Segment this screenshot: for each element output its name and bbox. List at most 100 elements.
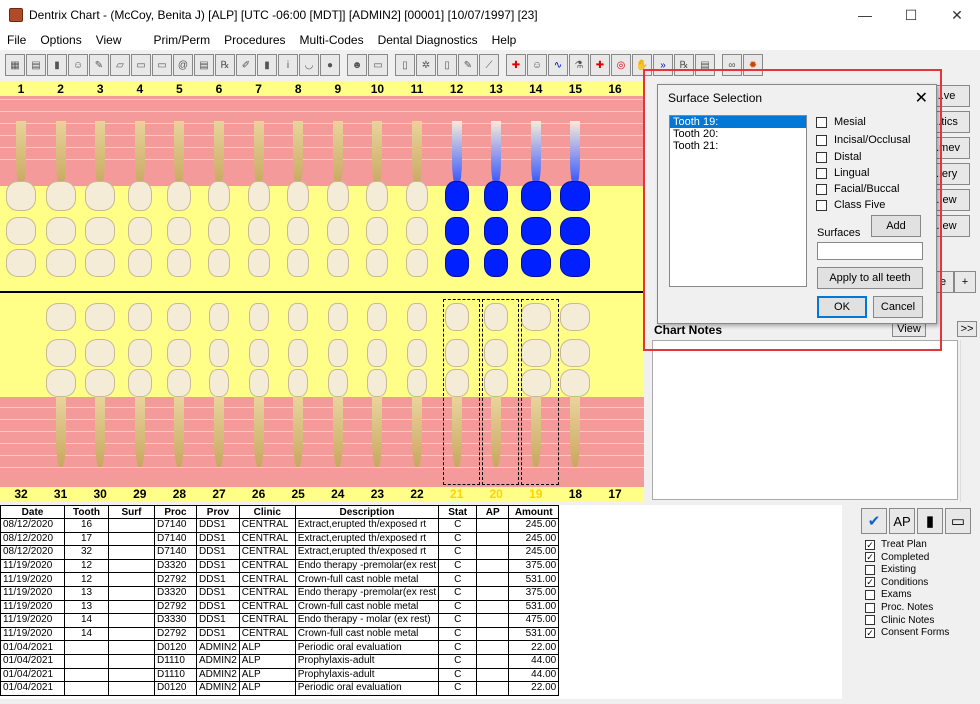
upper-tooth-number[interactable]: 12	[447, 82, 467, 96]
table-row[interactable]: 08/12/2020 16 D7140 DDS1 CENTRAL Extract,erup…	[0, 518, 560, 533]
menu-file[interactable]: File	[0, 33, 33, 47]
filter-checkbox[interactable]	[865, 564, 875, 575]
tooth-crown[interactable]	[560, 217, 591, 245]
tooth-crown[interactable]	[407, 303, 427, 331]
filter-row[interactable]: ✓ Consent Forms	[865, 627, 949, 638]
tooth-crown[interactable]	[85, 369, 116, 397]
upper-tooth-number[interactable]: 15	[565, 82, 585, 96]
chart-notes-textarea[interactable]	[652, 340, 958, 500]
tooth-crown[interactable]	[484, 249, 509, 277]
upper-tooth-number[interactable]: 13	[486, 82, 506, 96]
card-icon[interactable]: ▭	[152, 54, 172, 76]
tooth-crown[interactable]	[288, 303, 309, 331]
upper-tooth-number[interactable]: 9	[328, 82, 348, 96]
upper-tooth-number[interactable]: 10	[367, 82, 387, 96]
tooth-crown[interactable]	[288, 369, 309, 397]
panel-plus-button[interactable]: +	[954, 271, 976, 293]
table-row[interactable]: 01/04/2021 D0120 ADMIN2 ALP Periodic oral ev…	[0, 640, 560, 655]
filter-checkbox[interactable]: ✓	[865, 552, 875, 563]
lower-tooth-number[interactable]: 31	[51, 487, 71, 501]
tooth-crown[interactable]	[560, 249, 591, 277]
tooth-crown[interactable]	[406, 217, 428, 245]
probe-icon[interactable]: ⟋	[479, 54, 499, 76]
table-row[interactable]: 11/19/2020 14 D3330 DDS1 CENTRAL Endo therapy…	[0, 613, 560, 628]
upper-tooth-number[interactable]: 8	[288, 82, 308, 96]
upper-tooth-number[interactable]: 7	[249, 82, 269, 96]
column-header[interactable]: Amount	[508, 505, 560, 519]
tooth-crown[interactable]	[407, 369, 427, 397]
table-row[interactable]: 11/19/2020 13 D3320 DDS1 CENTRAL Endo therapy…	[0, 585, 560, 601]
perio-chart-icon[interactable]: ∿	[548, 54, 568, 76]
tooth-crown[interactable]	[444, 249, 469, 277]
tooth-crown[interactable]	[248, 303, 269, 331]
lower-tooth-number[interactable]: 27	[209, 487, 229, 501]
tooth-crown[interactable]	[45, 217, 76, 245]
email-icon[interactable]: @	[173, 54, 193, 76]
tooth-crown[interactable]	[560, 181, 591, 211]
upper-tooth-number[interactable]: 14	[526, 82, 546, 96]
tooth-crown[interactable]	[45, 181, 76, 211]
table-row[interactable]: 11/19/2020 12 D2792 DDS1 CENTRAL Crown-full c…	[0, 572, 560, 587]
tooth-crown[interactable]	[6, 249, 36, 277]
filter-checkbox[interactable]	[865, 615, 875, 626]
book-icon[interactable]: ▮	[47, 54, 67, 76]
eraser-icon[interactable]: ▱	[110, 54, 130, 76]
tooth-crown[interactable]	[127, 369, 152, 397]
table-row[interactable]: 08/12/2020 17 D7140 DDS1 CENTRAL Extract,erup…	[0, 531, 560, 547]
tooth-crown[interactable]	[288, 339, 309, 367]
tooth-crown[interactable]	[247, 181, 270, 211]
lower-tooth-number[interactable]: 24	[328, 487, 348, 501]
tooth-crown[interactable]	[6, 181, 36, 211]
tooth-crown[interactable]	[6, 217, 36, 245]
tooth-crown[interactable]	[326, 217, 349, 245]
lower-tooth-number[interactable]: 25	[288, 487, 308, 501]
filter-row[interactable]: Clinic Notes	[865, 615, 934, 626]
tooth-crown[interactable]	[127, 303, 152, 331]
column-header[interactable]: Proc	[154, 505, 197, 519]
tooth-crown[interactable]	[167, 249, 192, 277]
tooth-crown[interactable]	[560, 339, 591, 367]
dental-chart[interactable]: 1 2 3 4 5 6 7 8 9 10 11 12 13 14 15 16 32 31 30 29 28 27 26 25 2…	[0, 81, 644, 502]
tooth-crown[interactable]	[247, 249, 270, 277]
filter-checkbox[interactable]	[865, 589, 875, 600]
tooth-crown[interactable]	[520, 249, 551, 277]
filter-row[interactable]: ✓ Conditions	[865, 577, 928, 588]
tooth-crown[interactable]	[327, 339, 348, 367]
lower-tooth-number[interactable]: 23	[367, 487, 387, 501]
ap-button[interactable]: AP	[889, 508, 915, 534]
tooth-crown[interactable]	[85, 303, 116, 331]
rx-icon[interactable]: ℞	[215, 54, 235, 76]
upper-tooth-number[interactable]: 5	[169, 82, 189, 96]
tooth-crown[interactable]	[45, 303, 76, 331]
tooth-crown[interactable]	[520, 181, 551, 211]
tooth-crown[interactable]	[85, 249, 116, 277]
upper-tooth-number[interactable]: 16	[605, 82, 625, 96]
column-header[interactable]: AP	[476, 505, 510, 519]
filter-checkbox[interactable]: ✓	[865, 539, 875, 550]
medical-alert-icon[interactable]: ✚	[506, 54, 526, 76]
tooth-crown[interactable]	[248, 369, 269, 397]
lower-tooth-number[interactable]: 20	[486, 487, 506, 501]
menu-dental-diagnostics[interactable]: Dental Diagnostics	[371, 33, 485, 47]
menu-multi-codes[interactable]: Multi-Codes	[293, 33, 371, 47]
upper-tooth-number[interactable]: 4	[130, 82, 150, 96]
filter-row[interactable]: Exams	[865, 589, 912, 600]
tooth-crown[interactable]	[85, 217, 116, 245]
lower-tooth-number[interactable]: 17	[605, 487, 625, 501]
tooth-crown[interactable]	[208, 249, 230, 277]
tooth-crown[interactable]	[85, 339, 116, 367]
note-icon[interactable]: ▭	[131, 54, 151, 76]
tooth-crown[interactable]	[367, 303, 388, 331]
column-header[interactable]: Clinic	[238, 505, 296, 519]
tooth-crown[interactable]	[484, 181, 509, 211]
table-row[interactable]: 11/19/2020 12 D3320 DDS1 CENTRAL Endo therapy…	[0, 558, 560, 574]
tooth-crown[interactable]	[444, 181, 469, 211]
apple-icon[interactable]: ●	[320, 54, 340, 76]
target-icon[interactable]: ◎	[611, 54, 631, 76]
tooth-crown[interactable]	[287, 249, 310, 277]
doctor-icon[interactable]: ☺	[527, 54, 547, 76]
lower-tooth-number[interactable]: 19	[526, 487, 546, 501]
page-icon[interactable]: ▯	[437, 54, 457, 76]
tooth-crown[interactable]	[247, 217, 270, 245]
lab-flask-icon[interactable]: ⚗	[569, 54, 589, 76]
